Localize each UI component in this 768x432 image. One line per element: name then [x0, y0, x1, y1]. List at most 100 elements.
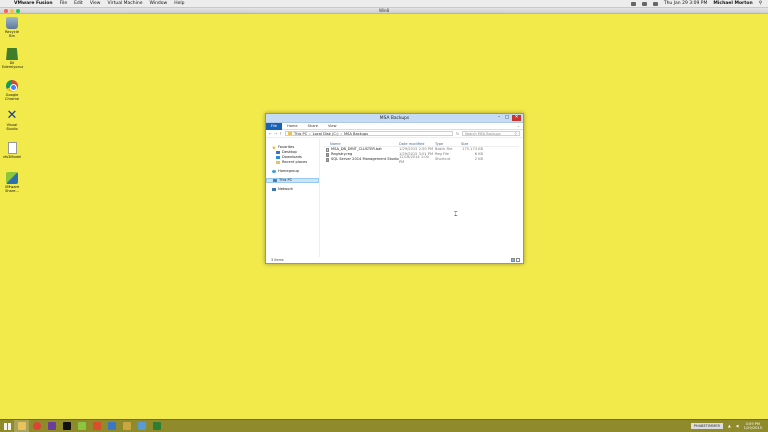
taskbar: PHABETIMMER ▲ ◀ 3:09 PM 1/29/2015: [0, 419, 768, 432]
nav-item-recent-places[interactable]: Recent places: [266, 160, 319, 165]
back-icon[interactable]: ←: [269, 132, 272, 136]
taskbar-clock[interactable]: 3:09 PM 1/29/2015: [744, 422, 762, 430]
nav-item-label: Recent places: [282, 160, 308, 164]
navigation-pane: Favorites Desktop Downloads Recent place…: [266, 139, 320, 257]
vm-window-titlebar[interactable]: Win8: [0, 8, 768, 14]
taskbar-app-command-prompt[interactable]: [59, 420, 74, 432]
desktop-icon-vfs3model[interactable]: vfs3Model: [2, 142, 22, 159]
minimize-window-icon[interactable]: [10, 9, 14, 13]
file-explorer-window[interactable]: MSA Backups – □ ✕ File Home Share View ⌄…: [265, 113, 524, 264]
breadcrumb-msa-backups[interactable]: MSA Backups: [344, 132, 368, 136]
recycle-bin-icon: [6, 17, 18, 29]
wifi-icon[interactable]: [630, 2, 636, 6]
file-size: 2 KB: [474, 157, 483, 161]
file-row[interactable]: SQL Server 2014 Management Studio 11/18/…: [324, 155, 519, 164]
nav-item-this-pc[interactable]: This PC: [266, 178, 319, 183]
nav-buttons: ← → ↑: [269, 132, 282, 136]
window-controls: [4, 9, 20, 13]
breadcrumb-this-pc[interactable]: This PC: [294, 132, 307, 136]
menu-view[interactable]: View: [90, 0, 101, 8]
system-tray: PHABETIMMER ▲ ◀ 3:09 PM 1/29/2015: [690, 422, 768, 430]
desktop-icon-recycle-bin[interactable]: Recycle Bin: [2, 17, 22, 38]
address-bar[interactable]: This PC › Local Disk (C:) › MSA Backups: [285, 131, 453, 136]
desktop-icon-label: Visual Studio: [6, 123, 18, 131]
breadcrumb-local-disk[interactable]: Local Disk (C:): [313, 132, 339, 136]
forward-icon[interactable]: →: [274, 132, 277, 136]
vmware-icon: [6, 172, 18, 184]
tab-file[interactable]: File: [266, 122, 283, 130]
volume-icon[interactable]: [641, 2, 647, 6]
mac-status-area: Thu Jan 29 3:09 PM Michael Morton ⚲: [630, 0, 762, 8]
search-box[interactable]: Search MSA Backups ⚲: [462, 131, 520, 136]
chevron-down-icon[interactable]: ⌄: [517, 124, 520, 128]
mac-clock[interactable]: Thu Jan 29 3:09 PM: [664, 0, 708, 8]
desktop-icon-vmware-share[interactable]: VMware Share...: [2, 172, 22, 193]
search-icon: ⚲: [514, 132, 517, 136]
desktop-icon-label: vfs3Model: [2, 155, 22, 159]
tab-view[interactable]: View: [323, 123, 342, 130]
close-icon[interactable]: ✕: [512, 115, 521, 121]
desktop-icon-label: Google Chrome: [4, 93, 20, 101]
minimize-icon[interactable]: –: [496, 115, 502, 121]
close-window-icon[interactable]: [4, 9, 8, 13]
menu-edit[interactable]: Edit: [74, 0, 83, 8]
taskbar-app-file-explorer[interactable]: [14, 419, 29, 432]
menu-app-name[interactable]: VMware Fusion: [14, 0, 53, 8]
tab-home[interactable]: Home: [282, 123, 303, 130]
ime-indicator[interactable]: PHABETIMMER: [690, 423, 724, 429]
desktop-icon-label: Dil Edemiyoruz: [2, 61, 24, 69]
dil-icon: [6, 48, 18, 60]
taskbar-app-chrome[interactable]: [29, 420, 44, 432]
breadcrumb-separator: ›: [340, 131, 342, 136]
mac-user[interactable]: Michael Morton: [713, 0, 752, 8]
battery-icon[interactable]: [652, 2, 658, 6]
column-header-date[interactable]: Date modified: [399, 142, 435, 146]
mac-menubar: VMware Fusion File Edit View Virtual Mac…: [0, 0, 768, 8]
start-button[interactable]: [0, 420, 14, 432]
menu-file[interactable]: File: [60, 0, 68, 8]
visual-studio-icon: ✕: [6, 108, 18, 123]
app-icon: [107, 422, 116, 430]
desktop-icon-dil[interactable]: Dil Edemiyoruz: [2, 48, 24, 69]
menu-help[interactable]: Help: [174, 0, 184, 8]
column-header-type[interactable]: Type: [435, 142, 461, 146]
column-header-size[interactable]: Size: [461, 142, 491, 146]
taskbar-app-6[interactable]: [89, 420, 104, 432]
app-icon: [137, 422, 146, 430]
desktop-icon-visual-studio[interactable]: ✕ Visual Studio: [2, 108, 22, 131]
desktop-icon-chrome[interactable]: Google Chrome: [2, 80, 22, 101]
maximize-icon[interactable]: □: [504, 115, 510, 121]
mac-menus: VMware Fusion File Edit View Virtual Mac…: [14, 0, 185, 8]
up-icon[interactable]: ↑: [279, 132, 282, 136]
nav-item-label: Homegroup: [278, 169, 300, 173]
explorer-titlebar[interactable]: MSA Backups – □ ✕: [266, 114, 523, 123]
column-header-name[interactable]: Name: [324, 142, 399, 146]
clock-date: 1/29/2015: [743, 426, 762, 430]
spotlight-icon[interactable]: ⚲: [759, 0, 762, 8]
zoom-window-icon[interactable]: [16, 9, 20, 13]
taskbar-app-7[interactable]: [104, 420, 119, 432]
refresh-icon[interactable]: ↻: [456, 132, 459, 136]
taskbar-app-10[interactable]: [149, 420, 164, 432]
volume-tray-icon[interactable]: ◀: [736, 424, 739, 428]
app-icon: [122, 422, 131, 430]
visual-studio-icon: [47, 422, 56, 430]
nav-item-network[interactable]: Network: [266, 187, 319, 192]
recent-places-icon: [276, 161, 280, 164]
details-view-icon[interactable]: [511, 258, 515, 262]
taskbar-app-visual-studio[interactable]: [44, 420, 59, 432]
menu-virtual-machine[interactable]: Virtual Machine: [108, 0, 143, 8]
file-type: Shortcut: [435, 157, 451, 161]
address-row: ← → ↑ This PC › Local Disk (C:) › MSA Ba…: [266, 130, 523, 138]
taskbar-app-8[interactable]: [119, 420, 134, 432]
taskbar-app-9[interactable]: [134, 420, 149, 432]
tab-share[interactable]: Share: [303, 123, 323, 130]
network-tray-icon[interactable]: ▲: [728, 424, 731, 428]
explorer-title: MSA Backups: [379, 116, 410, 121]
taskbar-app-vmware[interactable]: [74, 420, 89, 432]
large-icons-view-icon[interactable]: [516, 258, 520, 262]
app-icon: [92, 422, 101, 430]
chrome-icon: [6, 80, 18, 92]
nav-item-homegroup[interactable]: Homegroup: [266, 169, 319, 174]
menu-window[interactable]: Window: [149, 0, 167, 8]
